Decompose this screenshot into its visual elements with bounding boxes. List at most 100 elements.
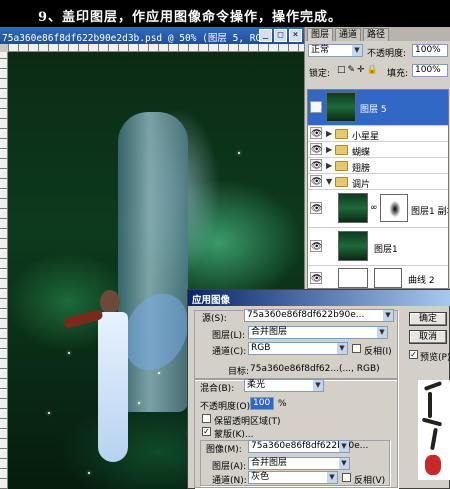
mask-channel-select[interactable]: 灰色 ▼ bbox=[248, 471, 338, 484]
opacity-input[interactable]: 100 bbox=[250, 397, 274, 410]
source-select[interactable]: 75a360e86f8df622b90e... ▼ bbox=[244, 309, 394, 322]
lock-label: 锁定: bbox=[309, 69, 331, 79]
document-title: 75a360e86f8df622b90e2d3b.psd @ 50% (图层 5… bbox=[2, 33, 279, 44]
chevron-down-icon: ▼ bbox=[339, 441, 349, 452]
layer-label: 图层(L): bbox=[212, 331, 246, 341]
layer-name: 图层1 副本 bbox=[411, 207, 448, 217]
channel-value: RGB bbox=[251, 343, 271, 353]
preview-label: 预览(P) bbox=[420, 353, 450, 363]
chevron-right-icon[interactable]: ▶ bbox=[326, 145, 332, 154]
layer-name: 图层1 bbox=[374, 245, 398, 255]
layer-mask-thumbnail[interactable] bbox=[380, 194, 408, 222]
source-label: 源(S): bbox=[202, 314, 227, 324]
eye-icon[interactable]: 👁 bbox=[310, 175, 322, 187]
panel-tabs: 图层 通道 路径 bbox=[305, 27, 450, 41]
close-icon[interactable]: × bbox=[289, 29, 302, 42]
sparkle bbox=[68, 352, 70, 354]
eye-icon[interactable]: 👁 bbox=[310, 159, 322, 171]
opacity-unit: % bbox=[278, 399, 287, 409]
layer-row-curves2[interactable]: 👁 曲线 2 bbox=[308, 266, 448, 288]
blending-label: 混合(B): bbox=[200, 384, 235, 394]
layer-select[interactable]: 合并图层 ▼ bbox=[248, 326, 388, 339]
channel-select[interactable]: RGB ▼ bbox=[248, 342, 348, 355]
layer-name: 调片 bbox=[352, 180, 371, 190]
mask-channel-value: 灰色 bbox=[251, 472, 270, 482]
blending-select[interactable]: 柔光 ▼ bbox=[244, 379, 324, 392]
layer-name: 蝴蝶 bbox=[352, 148, 371, 158]
layer-row-group-adjust[interactable]: 👁 ▼ 调片 bbox=[308, 174, 448, 190]
tab-channels[interactable]: 通道 bbox=[335, 28, 362, 41]
mask-invert-checkbox[interactable] bbox=[342, 473, 351, 482]
ok-button[interactable]: 确定 bbox=[409, 312, 447, 326]
image-label: 图像(M): bbox=[206, 445, 242, 455]
chain-link-icon: ∞ bbox=[370, 203, 378, 213]
eye-icon[interactable]: 👁 bbox=[310, 127, 322, 139]
layer-row-group-wings[interactable]: 👁 ▶ 翅膀 bbox=[308, 158, 448, 174]
mask-checkbox[interactable]: ✓ bbox=[202, 427, 211, 436]
layer-thumbnail bbox=[338, 193, 368, 223]
layer-row-layer1-copy[interactable]: 👁 ∞ 图层1 副本 bbox=[308, 190, 448, 228]
layer-row-group-butterfly[interactable]: 👁 ▶ 蝴蝶 bbox=[308, 142, 448, 158]
mask-layer-value: 合并图层 bbox=[251, 458, 288, 468]
preview-checkbox[interactable]: ✓ bbox=[409, 350, 418, 359]
layer-row-group-stars[interactable]: 👁 ▶ 小星星 bbox=[308, 126, 448, 142]
fill-field[interactable]: 100% bbox=[412, 64, 448, 77]
eye-icon[interactable]: 👁 bbox=[310, 202, 322, 214]
chevron-right-icon[interactable]: ▶ bbox=[326, 161, 332, 170]
document-title-bar[interactable]: 75a360e86f8df622b90e2d3b.psd @ 50% (图层 5… bbox=[0, 27, 304, 44]
curves-adjustment-icon bbox=[338, 268, 368, 288]
layer-name: 图层 5 bbox=[360, 105, 387, 115]
layer-row-layer1[interactable]: 👁 图层1 bbox=[308, 228, 448, 266]
mask-label: 蒙版(K)... bbox=[214, 430, 254, 440]
folder-icon bbox=[335, 161, 348, 171]
target-label: 目标: bbox=[228, 367, 250, 377]
chevron-down-icon[interactable]: ▼ bbox=[326, 177, 332, 186]
tab-layers[interactable]: 图层 bbox=[307, 28, 334, 41]
chevron-down-icon: ▼ bbox=[313, 380, 323, 391]
opacity-field[interactable]: 100% bbox=[412, 44, 448, 57]
chevron-down-icon: ▼ bbox=[383, 310, 393, 321]
minimize-icon[interactable]: _ bbox=[259, 29, 272, 42]
fill-label: 填充: bbox=[387, 69, 409, 79]
vertical-ruler bbox=[0, 52, 8, 489]
eye-icon[interactable]: 👁 bbox=[310, 101, 322, 113]
preserve-transparency-label: 保留透明区域(T) bbox=[214, 417, 281, 427]
chevron-right-icon[interactable]: ▶ bbox=[326, 129, 332, 138]
layer-row-layer5[interactable]: 👁 图层 5 bbox=[308, 90, 448, 126]
layer-thumbnail bbox=[326, 92, 356, 122]
chevron-down-icon: ▼ bbox=[327, 472, 337, 483]
layer-mask-thumbnail[interactable] bbox=[374, 268, 402, 288]
banner-text: 9、盖印图层，作应用图像命令操作，操作完成。 bbox=[38, 10, 343, 25]
blend-mode-select[interactable]: 正常 ▼ bbox=[308, 44, 363, 57]
mask-layer-label: 图层(A): bbox=[212, 462, 247, 472]
invert-checkbox[interactable] bbox=[352, 344, 361, 353]
layer-value: 合并图层 bbox=[251, 327, 288, 337]
layer-name: 曲线 2 bbox=[408, 276, 435, 286]
maximize-icon[interactable]: □ bbox=[274, 29, 287, 42]
preserve-transparency-checkbox[interactable] bbox=[202, 414, 211, 423]
cancel-button[interactable]: 取消 bbox=[409, 330, 447, 344]
opacity-label: 不透明度(O): bbox=[200, 402, 254, 412]
folder-icon bbox=[335, 145, 348, 155]
blend-mode-value: 正常 bbox=[311, 45, 330, 55]
chevron-down-icon: ▼ bbox=[377, 327, 387, 338]
sparkle bbox=[88, 472, 90, 474]
layer-name: 翅膀 bbox=[352, 164, 371, 174]
eye-icon[interactable]: 👁 bbox=[310, 143, 322, 155]
eye-icon[interactable]: 👁 bbox=[310, 272, 322, 284]
layer-name: 小星星 bbox=[352, 132, 380, 142]
dialog-title[interactable]: 应用图像 bbox=[188, 290, 450, 306]
image-select[interactable]: 75a360e86f8df622b90e... ▼ bbox=[248, 440, 368, 453]
layer-thumbnail bbox=[338, 231, 368, 261]
lock-icons[interactable]: □✎✛🔒 bbox=[337, 65, 380, 75]
opacity-label: 不透明度: bbox=[367, 49, 407, 59]
tab-paths[interactable]: 路径 bbox=[363, 28, 390, 41]
source-value: 75a360e86f8df622b90e... bbox=[247, 310, 365, 320]
mask-layer-select[interactable]: 合并图层 ▼ bbox=[248, 457, 350, 470]
fairy-dress-image bbox=[98, 312, 128, 462]
eye-icon[interactable]: 👁 bbox=[310, 240, 322, 252]
chevron-down-icon: ▼ bbox=[352, 45, 362, 56]
chevron-down-icon: ▼ bbox=[337, 343, 347, 354]
channel-label: 通道(C): bbox=[212, 347, 247, 357]
mask-invert-label: 反相(V) bbox=[354, 476, 386, 486]
